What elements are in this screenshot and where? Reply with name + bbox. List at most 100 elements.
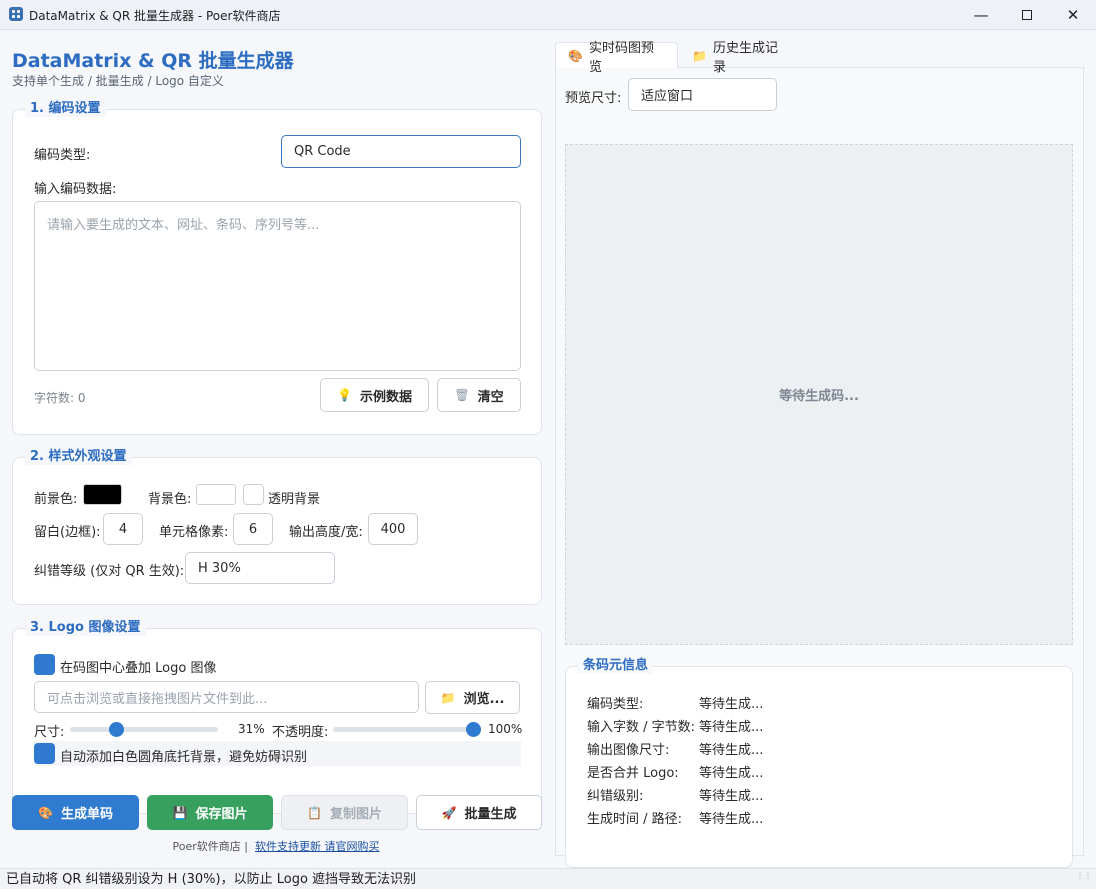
batch-generate-label: 批量生成	[464, 807, 517, 822]
browse-label: 浏览...	[463, 692, 505, 707]
logo-group-title: 3. Logo 图像设置	[25, 620, 146, 636]
preview-waiting-text: 等待生成码...	[779, 389, 859, 404]
encoding-data-label: 输入编码数据:	[34, 182, 117, 197]
sample-data-label: 示例数据	[359, 389, 412, 405]
right-panel: 预览尺寸: 适应窗口 等待生成码... 条码元信息 编码类型: 等待生成... 输入…	[555, 41, 1084, 868]
overlay-logo-label: 在码图中心叠加 Logo 图像	[60, 661, 217, 676]
logo-path-input[interactable]: 可点击浏览或直接拖拽图片文件到此...	[34, 681, 419, 713]
transparent-bg-label: 透明背景	[268, 492, 321, 507]
lightbulb-icon: 💡	[337, 388, 352, 402]
window-title: DataMatrix & QR 批量生成器 - Poer软件商店	[29, 9, 281, 23]
encoding-data-textarea[interactable]: 请输入要生成的文本、网址、条码、序列号等...	[34, 201, 521, 371]
clear-label: 清空	[477, 389, 504, 405]
cell-pixel-input[interactable]: 6	[233, 513, 273, 545]
maximize-icon	[1022, 10, 1032, 20]
clipboard-icon: 📋	[307, 805, 322, 820]
generate-single-label: 生成单码	[60, 807, 113, 822]
fg-color-swatch[interactable]	[83, 484, 122, 505]
logo-size-handle[interactable]	[108, 722, 124, 737]
bg-color-swatch[interactable]	[196, 484, 236, 505]
margin-input[interactable]: 4	[103, 513, 143, 545]
auto-bg-label: 自动添加白色圆角底托背景，避免妨碍识别	[60, 750, 308, 765]
output-size-value: 400	[380, 521, 406, 537]
tab-history[interactable]: 📁 历史生成记录	[679, 41, 801, 75]
folder-icon: 📁	[692, 48, 707, 63]
batch-generate-button[interactable]: 🚀 批量生成	[416, 795, 542, 830]
app-subtitle: 支持单个生成 / 批量生成 / Logo 自定义	[12, 74, 224, 88]
meta-row-label: 纠错级别:	[587, 789, 644, 804]
transparent-bg-checkbox[interactable]	[243, 484, 264, 505]
sample-data-button[interactable]: 💡 示例数据	[320, 378, 429, 412]
margin-value: 4	[118, 521, 128, 537]
preview-size-label: 预览尺寸:	[565, 91, 622, 106]
opacity-value: 100%	[488, 722, 523, 736]
opacity-label: 不透明度:	[272, 725, 329, 740]
preview-size-value: 适应窗口	[641, 89, 694, 104]
logo-size-slider[interactable]	[70, 722, 218, 737]
ecc-value: H 30%	[198, 560, 241, 576]
output-size-input[interactable]: 400	[368, 513, 418, 545]
meta-row-value: 等待生成...	[699, 789, 764, 804]
app-title: DataMatrix & QR 批量生成器	[12, 50, 294, 72]
save-image-button[interactable]: 💾 保存图片	[147, 795, 273, 830]
minimize-icon: —	[973, 6, 989, 24]
maximize-button[interactable]	[1004, 0, 1050, 30]
opacity-slider[interactable]	[333, 722, 481, 737]
meta-row-label: 编码类型:	[587, 697, 644, 712]
footer: Poer软件商店 | 软件支持更新 请官网购买	[0, 838, 552, 854]
char-count: 字符数: 0	[34, 391, 86, 405]
output-size-label: 输出高度/宽:	[289, 525, 363, 540]
trash-icon: 🗑	[454, 388, 470, 402]
meta-row-value: 等待生成...	[699, 697, 764, 712]
logo-settings-group: 3. Logo 图像设置 在码图中心叠加 Logo 图像 可点击浏览或直接拖拽图…	[12, 620, 542, 814]
browse-button[interactable]: 📁 浏览...	[425, 681, 520, 714]
barcode-meta-group: 条码元信息 编码类型: 等待生成... 输入字数 / 字节数: 等待生成... 输出图像…	[565, 658, 1073, 868]
meta-row-value: 等待生成...	[699, 766, 764, 781]
opacity-handle[interactable]	[466, 722, 481, 737]
resize-grip-icon[interactable]: ⋮⋮	[1076, 865, 1092, 886]
ecc-select[interactable]: H 30%	[185, 552, 335, 584]
tab-live-preview-label: 实时码图预览	[588, 40, 654, 75]
clear-button[interactable]: 🗑 清空	[437, 378, 521, 412]
footer-store-text: Poer软件商店 |	[172, 840, 248, 853]
footer-link[interactable]: 软件支持更新 请官网购买	[255, 840, 380, 853]
tab-live-preview[interactable]: 🎨 实时码图预览	[555, 41, 678, 75]
margin-label: 留白(边框):	[34, 525, 101, 540]
rocket-icon: 🚀	[441, 805, 457, 820]
save-image-label: 保存图片	[195, 807, 248, 822]
code-preview-area: 等待生成码...	[565, 144, 1073, 645]
minimize-button[interactable]: —	[958, 0, 1004, 30]
meta-row-label: 是否合并 Logo:	[587, 766, 679, 781]
encoding-type-label: 编码类型:	[34, 148, 91, 163]
copy-image-button[interactable]: 📋 复制图片	[281, 795, 408, 830]
encoding-data-placeholder: 请输入要生成的文本、网址、条码、序列号等...	[47, 218, 320, 233]
status-bar: 已自动将 QR 纠错级别设为 H (30%)，以防止 Logo 遮挡导致无法识别…	[0, 868, 1096, 889]
meta-row-value: 等待生成...	[699, 720, 764, 735]
style-settings-group: 2. 样式外观设置 前景色: 背景色: 透明背景 留白(边框): 4 单元格像素…	[12, 449, 542, 605]
meta-row-value: 等待生成...	[699, 743, 764, 758]
copy-image-label: 复制图片	[329, 807, 382, 822]
meta-row-value: 等待生成...	[699, 812, 764, 827]
encoding-group-title: 1. 编码设置	[25, 101, 106, 117]
logo-size-label: 尺寸:	[34, 725, 65, 740]
auto-bg-checkbox[interactable]	[34, 743, 55, 764]
cell-pixel-label: 单元格像素:	[159, 525, 229, 540]
fg-color-label: 前景色:	[34, 492, 78, 507]
left-panel: DataMatrix & QR 批量生成器 支持单个生成 / 批量生成 / Lo…	[0, 30, 552, 867]
meta-row-label: 输出图像尺寸:	[587, 743, 670, 758]
overlay-logo-checkbox[interactable]	[34, 654, 55, 675]
ecc-label: 纠错等级 (仅对 QR 生效):	[34, 564, 185, 579]
cell-pixel-value: 6	[248, 521, 258, 537]
close-button[interactable]: ✕	[1050, 0, 1096, 30]
palette-icon: 🎨	[568, 48, 583, 63]
save-icon: 💾	[172, 805, 188, 820]
style-group-title: 2. 样式外观设置	[25, 449, 132, 465]
title-bar: DataMatrix & QR 批量生成器 - Poer软件商店 — ✕	[0, 0, 1096, 30]
tab-history-label: 历史生成记录	[712, 40, 778, 75]
preview-size-select[interactable]: 适应窗口	[628, 78, 777, 111]
generate-single-button[interactable]: 🎨 生成单码	[12, 795, 139, 830]
bg-color-label: 背景色:	[148, 492, 192, 507]
encoding-type-select[interactable]: QR Code	[281, 135, 521, 168]
meta-row-label: 输入字数 / 字节数:	[587, 720, 696, 735]
app-icon	[9, 7, 23, 21]
